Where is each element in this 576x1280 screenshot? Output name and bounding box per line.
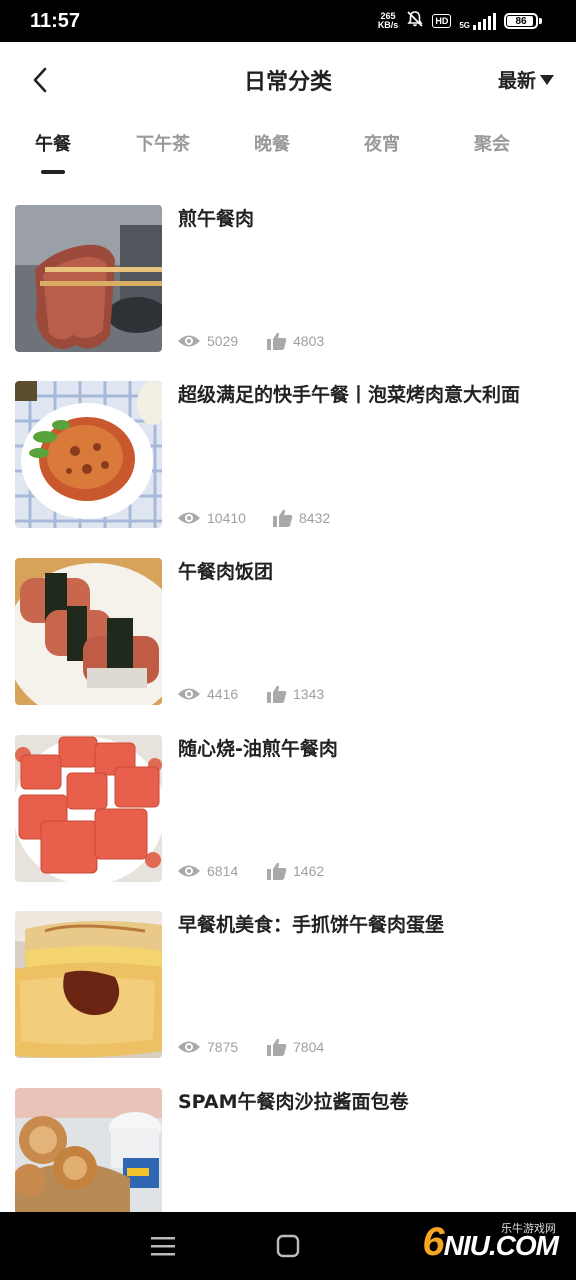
category-tabs: 午餐 下午茶 晚餐 夜宵 聚会 — [0, 118, 576, 178]
thumbs-up-icon — [267, 685, 287, 703]
menu-icon — [151, 1237, 175, 1256]
recipe-stats: 5029 4803 — [177, 332, 357, 350]
recipe-thumbnail — [15, 735, 162, 882]
recipe-list: 煎午餐肉 5029 4803 超级满足的快手午餐丨泡菜烤肉意大利面 10410 … — [0, 204, 576, 1212]
like-count-value: 8432 — [299, 510, 331, 526]
view-count: 10410 — [177, 510, 273, 526]
view-count-value: 5029 — [207, 333, 239, 349]
thumbs-up-icon — [267, 862, 287, 880]
recipe-title: 超级满足的快手午餐丨泡菜烤肉意大利面 — [178, 384, 521, 406]
recipe-stats: 4416 1343 — [177, 685, 357, 703]
view-count: 5029 — [177, 333, 267, 349]
home-button[interactable] — [276, 1234, 300, 1262]
like-count-value: 1462 — [293, 863, 325, 879]
recipe-thumbnail — [15, 1088, 162, 1212]
status-bar: 11:57 265 KB/s HD 5G 86 — [0, 0, 576, 42]
tab-lunch[interactable]: 午餐 — [8, 130, 98, 156]
tab-party[interactable]: 聚会 — [447, 130, 537, 156]
triangle-down-icon — [540, 74, 554, 85]
back-button[interactable] — [22, 62, 58, 98]
eye-icon — [178, 335, 200, 347]
recipe-stats: 10410 8432 — [177, 509, 363, 527]
net-speed: 265 KB/s — [378, 12, 399, 30]
header: 日常分类 最新 — [0, 42, 576, 118]
tab-afternoon-tea[interactable]: 下午茶 — [118, 130, 208, 156]
recipe-item[interactable]: 超级满足的快手午餐丨泡菜烤肉意大利面 10410 8432 — [0, 380, 576, 528]
eye-icon — [178, 1041, 200, 1053]
view-count-value: 10410 — [207, 510, 246, 526]
like-count: 7804 — [267, 1038, 357, 1056]
watermark-site-name: 乐牛游戏网 — [501, 1223, 556, 1235]
recipe-title: SPAM午餐肉沙拉酱面包卷 — [178, 1091, 409, 1113]
system-nav-bar: 6NIU.COM 乐牛游戏网 — [0, 1212, 576, 1280]
like-count-value: 4803 — [293, 333, 325, 349]
sort-label: 最新 — [497, 70, 536, 92]
menu-button[interactable] — [151, 1236, 175, 1260]
recipe-thumbnail — [15, 205, 162, 352]
recipe-item[interactable]: 午餐肉饭团 4416 1343 — [0, 557, 576, 705]
recipe-item[interactable]: SPAM午餐肉沙拉酱面包卷 — [0, 1087, 576, 1212]
status-time: 11:57 — [30, 10, 81, 32]
thumbs-up-icon — [273, 509, 293, 527]
view-count: 7875 — [177, 1039, 267, 1055]
network-type-label: 5G — [459, 20, 470, 30]
recipe-title: 煎午餐肉 — [178, 208, 255, 230]
like-count: 8432 — [273, 509, 363, 527]
net-speed-unit: KB/s — [377, 20, 399, 30]
signal-icon: 5G — [459, 12, 496, 30]
eye-icon — [178, 865, 200, 877]
thumbs-up-icon — [267, 1038, 287, 1056]
view-count-value: 4416 — [207, 686, 239, 702]
like-count: 1462 — [267, 862, 357, 880]
tab-late-night-snack[interactable]: 夜宵 — [337, 130, 427, 156]
tab-dinner[interactable]: 晚餐 — [227, 130, 317, 156]
view-count: 6814 — [177, 863, 267, 879]
recipe-thumbnail — [15, 558, 162, 705]
chevron-left-icon — [33, 67, 47, 93]
recipe-stats: 7875 7804 — [177, 1038, 357, 1056]
sort-dropdown[interactable]: 最新 — [498, 66, 554, 93]
recipe-title: 早餐机美食：手抓饼午餐肉蛋堡 — [178, 914, 445, 936]
view-count: 4416 — [177, 686, 267, 702]
recipe-thumbnail — [15, 911, 162, 1058]
view-count-value: 6814 — [207, 863, 239, 879]
like-count: 4803 — [267, 332, 357, 350]
recipe-item[interactable]: 早餐机美食：手抓饼午餐肉蛋堡 7875 7804 — [0, 910, 576, 1058]
watermark-logo: 6NIU.COM 乐牛游戏网 — [422, 1220, 559, 1265]
watermark-logo-digit: 6 — [422, 1220, 444, 1264]
eye-icon — [178, 512, 200, 524]
like-count-value: 7804 — [293, 1039, 325, 1055]
page-title: 日常分类 — [243, 70, 332, 95]
like-count-value: 1343 — [293, 686, 325, 702]
hd-badge: HD — [432, 14, 452, 28]
recipe-item[interactable]: 煎午餐肉 5029 4803 — [0, 204, 576, 352]
recipe-title: 随心烧-油煎午餐肉 — [178, 738, 338, 760]
recipe-title: 午餐肉饭团 — [178, 561, 274, 583]
view-count-value: 7875 — [207, 1039, 239, 1055]
home-square-icon — [276, 1234, 300, 1258]
battery-icon: 86 — [504, 13, 538, 29]
battery-level: 86 — [515, 15, 527, 27]
status-icons: 265 KB/s HD 5G 86 — [378, 10, 542, 32]
recipe-thumbnail — [15, 381, 162, 528]
like-count: 1343 — [267, 685, 357, 703]
recipe-item[interactable]: 随心烧-油煎午餐肉 6814 1462 — [0, 734, 576, 882]
active-tab-indicator — [41, 170, 65, 174]
bell-muted-icon — [406, 10, 424, 33]
recipe-stats: 6814 1462 — [177, 862, 357, 880]
eye-icon — [178, 688, 200, 700]
thumbs-up-icon — [267, 332, 287, 350]
